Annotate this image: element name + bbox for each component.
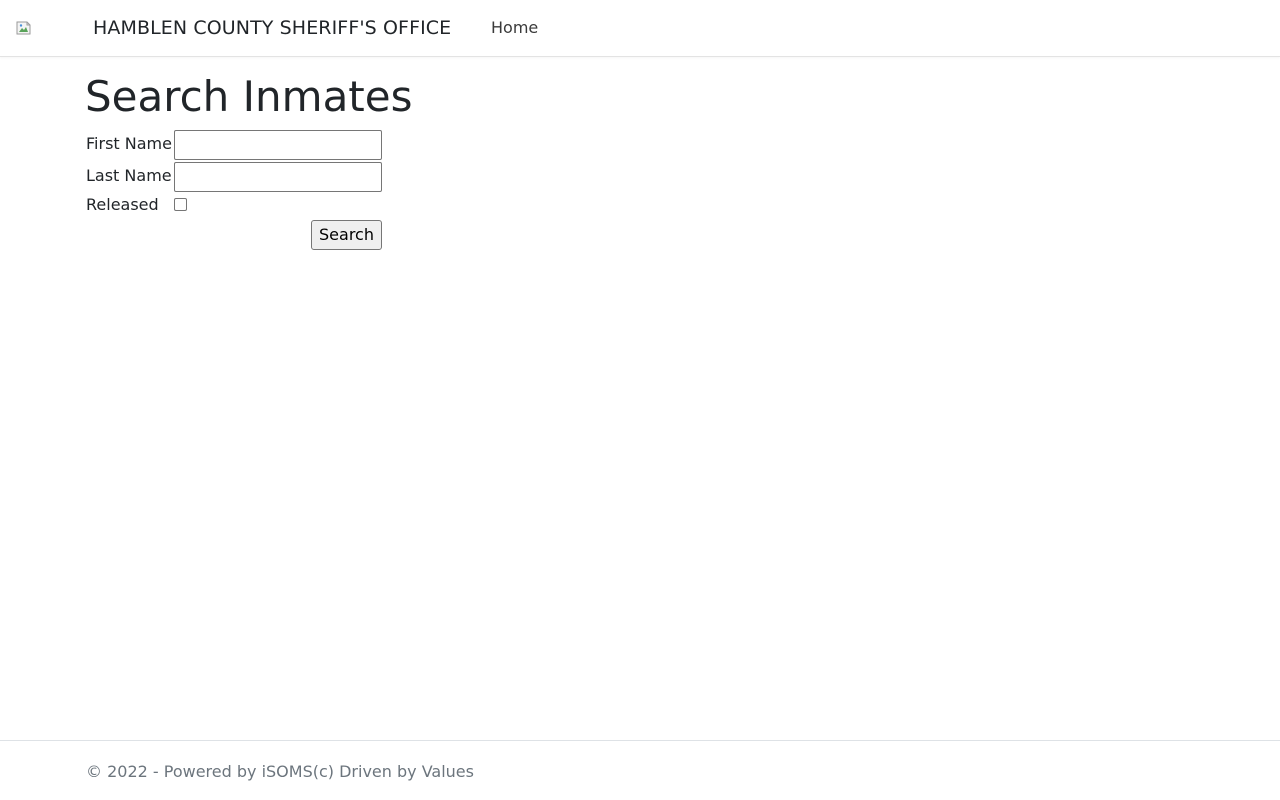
footer-copyright: © 2022 - Powered by iSOMS(c) Driven by V… xyxy=(86,762,474,781)
navbar: HAMBLEN COUNTY SHERIFF'S OFFICE Home xyxy=(0,0,1280,57)
released-checkbox[interactable] xyxy=(174,198,187,211)
broken-image-icon[interactable] xyxy=(16,20,32,36)
brand-link[interactable]: HAMBLEN COUNTY SHERIFF'S OFFICE xyxy=(93,16,451,40)
footer: © 2022 - Powered by iSOMS(c) Driven by V… xyxy=(0,740,1280,800)
first-name-input[interactable] xyxy=(174,130,382,160)
last-name-label: Last Name xyxy=(86,166,172,185)
page-title: Search Inmates xyxy=(85,72,413,121)
last-name-input[interactable] xyxy=(174,162,382,192)
first-name-label: First Name xyxy=(86,134,172,153)
released-label: Released xyxy=(86,195,159,214)
nav-item-home[interactable]: Home xyxy=(491,18,538,38)
search-button[interactable]: Search xyxy=(311,220,382,250)
